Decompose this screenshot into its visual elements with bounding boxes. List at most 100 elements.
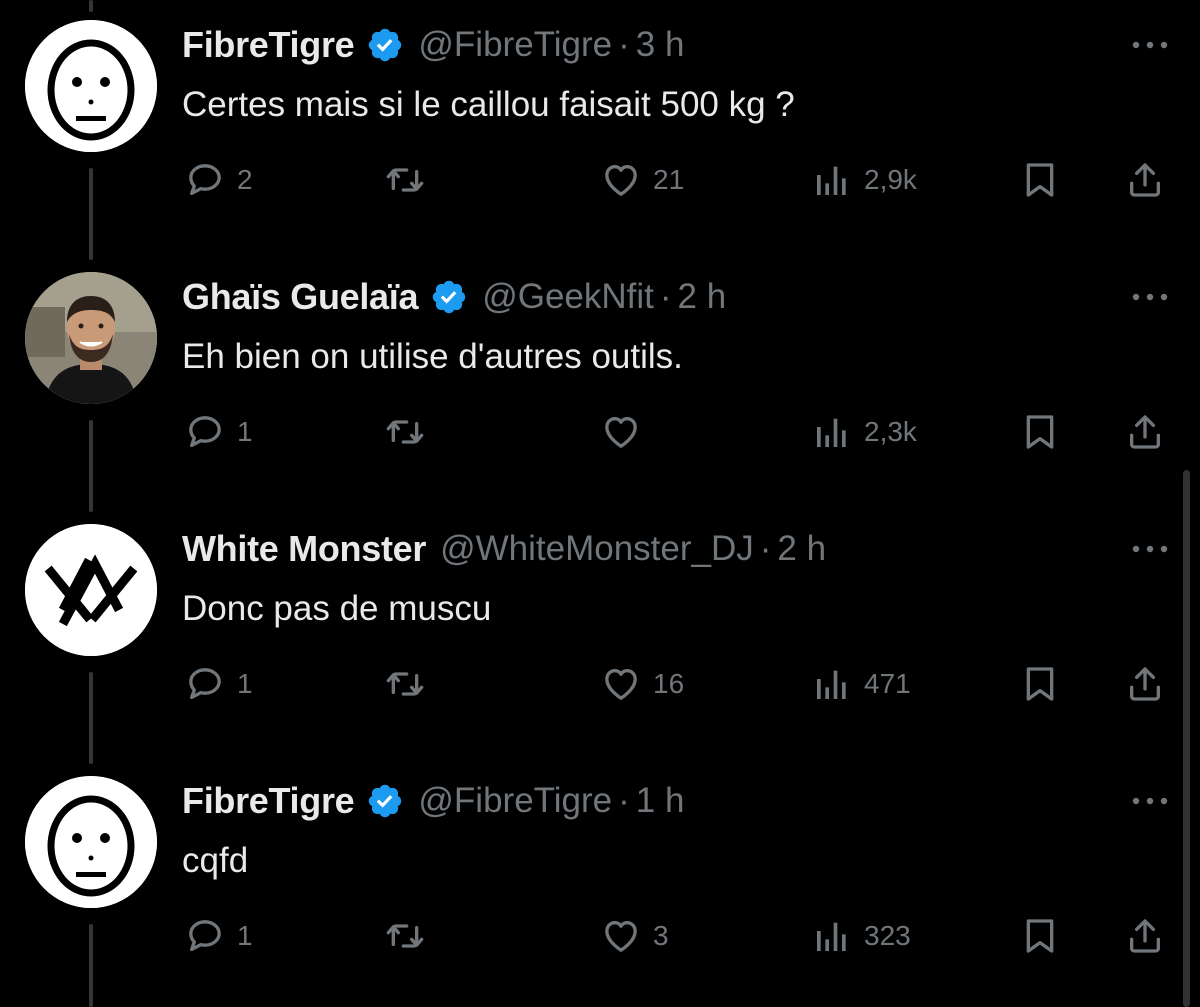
verified-badge-icon [430,278,468,316]
reply-count: 1 [237,416,253,447]
views-count: 471 [864,668,911,699]
heart-icon [605,417,637,448]
share-icon [1130,919,1160,953]
tweet[interactable]: White Monster @WhiteMonster_DJ · 2 h Don… [0,504,1200,754]
views-button[interactable]: 2,9k [812,150,917,210]
speech-bubble-icon [189,920,221,951]
handle[interactable]: @WhiteMonster_DJ [440,529,754,569]
tweet[interactable]: FibreTigre @FibreTigre · 3 h Certes mais… [0,0,1200,250]
tweet-text: Donc pas de muscu [182,589,492,628]
like-count: 3 [653,920,669,951]
views-button[interactable]: 2,3k [812,402,917,462]
tweet-text: Eh bien on utilise d'autres outils. [182,337,683,376]
bar-chart-icon [817,418,846,447]
share-icon [1130,667,1160,701]
more-options-button[interactable] [1130,524,1170,574]
speech-bubble-icon [189,416,221,447]
share-icon [1130,415,1160,449]
share-button[interactable] [1125,402,1165,462]
separator-dot: · [759,529,772,568]
reply-count: 1 [237,920,253,951]
timestamp[interactable]: 1 h [636,781,685,821]
bar-chart-icon [817,670,846,699]
action-bar: 1 3 323 [0,906,1200,966]
bookmark-button[interactable] [1020,906,1060,966]
face-mask-avatar-icon [25,776,157,908]
heart-icon [605,921,637,952]
like-button[interactable]: 16 [601,654,684,714]
views-button[interactable]: 471 [812,654,911,714]
like-count: 16 [653,668,685,699]
timestamp[interactable]: 2 h [678,277,727,317]
avatar[interactable] [25,20,157,152]
verified-badge-icon [366,26,404,64]
share-button[interactable] [1125,654,1165,714]
retweet-icon [386,168,424,192]
share-icon [1130,163,1160,197]
heart-icon [605,669,637,700]
bar-chart-icon [817,922,846,951]
share-button[interactable] [1125,150,1165,210]
bookmark-icon [1026,919,1054,953]
retweet-button[interactable] [385,654,437,714]
bookmark-icon [1026,667,1054,701]
heart-icon [605,165,637,196]
retweet-button[interactable] [385,150,437,210]
tweet[interactable]: Ghaïs Guelaïa @GeekNfit · 2 h Eh bien on… [0,252,1200,502]
bar-chart-icon [817,166,846,195]
reply-button[interactable]: 1 [185,402,253,462]
handle[interactable]: @FibreTigre [418,781,612,821]
avatar[interactable] [25,524,157,656]
scrollbar[interactable] [1183,470,1190,1007]
more-dots-icon [1132,797,1168,805]
like-button[interactable]: 3 [601,906,669,966]
avatar[interactable] [25,776,157,908]
reply-button[interactable]: 1 [185,906,253,966]
more-options-button[interactable] [1130,776,1170,826]
speech-bubble-icon [189,164,221,195]
action-bar: 2 21 2,9k [0,150,1200,210]
handle[interactable]: @FibreTigre [418,25,612,65]
tweet[interactable]: FibreTigre @FibreTigre · 1 h cqfd 1 3 32… [0,756,1200,1006]
bookmark-button[interactable] [1020,150,1060,210]
bookmark-icon [1026,163,1054,197]
like-button[interactable] [601,402,653,462]
share-button[interactable] [1125,906,1165,966]
views-count: 323 [864,920,911,951]
display-name[interactable]: Ghaïs Guelaïa [182,276,419,318]
speech-bubble-icon [189,668,221,699]
retweet-icon [386,924,424,948]
retweet-button[interactable] [385,402,437,462]
separator-dot: · [659,277,672,316]
verified-badge-icon [366,782,404,820]
tweet-text: Certes mais si le caillou faisait 500 kg… [182,85,795,124]
reply-count: 1 [237,668,253,699]
reply-count: 2 [237,164,253,195]
more-options-button[interactable] [1130,272,1170,322]
reply-button[interactable]: 2 [185,150,253,210]
more-dots-icon [1132,41,1168,49]
views-count: 2,3k [864,416,917,447]
more-options-button[interactable] [1130,20,1170,70]
avatar[interactable] [25,272,157,404]
retweet-button[interactable] [385,906,437,966]
display-name[interactable]: White Monster [182,528,426,570]
views-button[interactable]: 323 [812,906,911,966]
bookmark-button[interactable] [1020,654,1060,714]
like-button[interactable]: 21 [601,150,684,210]
views-count: 2,9k [864,164,917,195]
display-name[interactable]: FibreTigre [182,24,355,66]
separator-dot: · [618,781,630,820]
timestamp[interactable]: 3 h [636,25,685,65]
more-dots-icon [1132,293,1168,301]
separator-dot: · [618,25,630,64]
handle[interactable]: @GeekNfit [482,277,654,317]
display-name[interactable]: FibreTigre [182,780,355,822]
tweet-text: cqfd [182,841,249,880]
like-count: 21 [653,164,685,195]
face-mask-avatar-icon [25,20,157,152]
bookmark-button[interactable] [1020,402,1060,462]
monster-logo-avatar-icon [25,524,157,656]
timestamp[interactable]: 2 h [777,529,826,569]
reply-button[interactable]: 1 [185,654,253,714]
